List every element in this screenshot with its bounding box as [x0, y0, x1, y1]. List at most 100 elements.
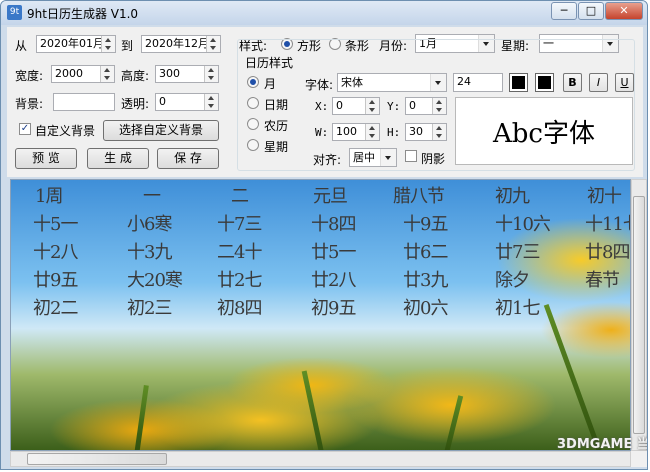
calendar-cell: 十9五 — [403, 214, 448, 235]
minimize-button[interactable]: ─ — [551, 2, 577, 20]
title-bar: 9t 9ht日历生成器 V1.0 ─ □ ✕ — [1, 1, 647, 25]
bold-button[interactable]: B — [563, 73, 582, 92]
calendar-cell: 廿3九 — [403, 270, 448, 291]
custom-background-checkbox[interactable]: ✓ — [19, 123, 31, 135]
to-date-spinner[interactable] — [206, 36, 220, 52]
w-label: W: — [315, 126, 329, 139]
save-button[interactable]: 保 存 — [157, 148, 219, 169]
generate-button[interactable]: 生 成 — [87, 148, 149, 169]
w-input[interactable]: 100 — [332, 123, 380, 141]
calendar-cell: 廿2八 — [311, 270, 356, 291]
calendar-cell: 廿6二 — [403, 242, 448, 263]
font-select[interactable]: 宋体 — [337, 73, 447, 92]
vertical-scroll-thumb[interactable] — [633, 196, 645, 434]
width-label: 宽度: — [15, 69, 44, 83]
element-month-label: 月 — [264, 77, 277, 91]
align-select[interactable]: 居中 — [349, 148, 397, 167]
calendar-cell: 春节 — [585, 270, 620, 291]
choose-background-button[interactable]: 选择自定义背景 — [103, 120, 219, 141]
font-size-input[interactable]: 24 — [453, 73, 503, 92]
background-label: 背景: — [15, 97, 44, 111]
calendar-cell: 初1七 — [495, 298, 540, 319]
element-lunar-label: 农历 — [264, 119, 289, 133]
background-color-field[interactable] — [53, 93, 115, 111]
underline-button[interactable]: U — [615, 73, 634, 92]
y-spinner[interactable] — [432, 98, 446, 114]
horizontal-scroll-thumb[interactable] — [27, 453, 167, 465]
calendar-cell: 十2八 — [33, 242, 78, 263]
element-month-radio[interactable] — [247, 76, 259, 88]
element-date-radio[interactable] — [247, 97, 259, 109]
calendar-cell: 一 — [143, 186, 161, 207]
color-swatch — [538, 76, 551, 89]
to-date-input[interactable]: 2020年12月 — [141, 35, 221, 53]
alpha-input[interactable]: 0 — [155, 93, 219, 111]
height-input[interactable]: 300 — [155, 65, 219, 83]
calendar-preview-canvas: 1周 一 二 元旦 腊八节 初九 初十 十5一 小6寒 十7三 十8四 十9五 … — [10, 179, 631, 451]
flower-stem — [134, 384, 149, 450]
calendar-cell: 初九 — [495, 186, 530, 207]
scrollbar-corner — [631, 451, 647, 467]
w-spinner[interactable] — [365, 124, 379, 140]
width-input[interactable]: 2000 — [51, 65, 115, 83]
font-select-value: 宋体 — [341, 76, 363, 89]
font-label: 字体: — [305, 78, 334, 92]
calendar-cell: 除夕 — [495, 270, 530, 291]
flower-stem — [443, 395, 464, 450]
maximize-button[interactable]: □ — [578, 2, 604, 20]
horizontal-scrollbar[interactable] — [10, 451, 631, 467]
calendar-cell: 元旦 — [313, 186, 348, 207]
color-swatch — [512, 76, 525, 89]
font-preview-text: Abc字体 — [493, 119, 595, 149]
element-lunar-radio[interactable] — [247, 118, 259, 130]
y-input[interactable]: 0 — [405, 97, 447, 115]
from-date-value: 2020年01月 — [40, 37, 104, 50]
h-input[interactable]: 30 — [405, 123, 447, 141]
height-spinner[interactable] — [204, 66, 218, 82]
from-date-input[interactable]: 2020年01月 — [36, 35, 116, 53]
italic-button[interactable]: I — [589, 73, 608, 92]
close-button[interactable]: ✕ — [605, 2, 643, 20]
calendar-cell: 十11七 — [585, 214, 630, 235]
calendar-cell: 廿7三 — [495, 242, 540, 263]
calendar-cell: 小6寒 — [127, 214, 172, 235]
alpha-spinner[interactable] — [204, 94, 218, 110]
calendar-cell: 初8四 — [217, 298, 262, 319]
shadow-color-button[interactable] — [535, 73, 554, 92]
element-week-radio[interactable] — [247, 139, 259, 151]
calendar-style-title: 日历样式 — [243, 54, 296, 71]
calendar-cell: 十7三 — [217, 214, 262, 235]
chevron-down-icon — [430, 74, 446, 91]
app-window: 9t 9ht日历生成器 V1.0 ─ □ ✕ 从 2020年01月 到 2020… — [0, 0, 648, 470]
flower-stem — [301, 370, 326, 450]
calendar-row: 十5一 小6寒 十7三 十8四 十9五 十10六 十11七 — [11, 210, 630, 235]
window-title: 9ht日历生成器 V1.0 — [27, 7, 139, 21]
shadow-checkbox[interactable] — [405, 150, 417, 162]
alpha-label: 透明: — [121, 97, 150, 111]
calendar-cell: 十5一 — [33, 214, 78, 235]
calendar-cell: 二 — [231, 186, 249, 207]
from-label: 从 — [15, 39, 28, 53]
h-spinner[interactable] — [432, 124, 446, 140]
vertical-scrollbar[interactable] — [631, 179, 647, 451]
font-color-button[interactable] — [509, 73, 528, 92]
calendar-row: 十2八 十3九 二4十 廿5一 廿6二 廿7三 廿8四 — [11, 238, 630, 263]
watermark-text: 3DMGAME 当游网 — [557, 437, 647, 452]
custom-background-label: 自定义背景 — [35, 124, 96, 138]
preview-button[interactable]: 预 览 — [15, 148, 77, 169]
from-date-spinner[interactable] — [101, 36, 115, 52]
x-value: 0 — [336, 99, 343, 112]
element-week-label: 星期 — [264, 140, 289, 154]
x-input[interactable]: 0 — [332, 97, 380, 115]
calendar-cell: 初9五 — [311, 298, 356, 319]
y-label: Y: — [387, 100, 401, 113]
x-spinner[interactable] — [365, 98, 379, 114]
align-label: 对齐: — [313, 153, 342, 167]
h-value: 30 — [409, 125, 423, 138]
width-spinner[interactable] — [100, 66, 114, 82]
h-label: H: — [387, 126, 401, 139]
calendar-cell: 大20寒 — [127, 270, 183, 291]
calendar-cell: 廿2七 — [217, 270, 262, 291]
calendar-cell: 十10六 — [495, 214, 551, 235]
alpha-value: 0 — [159, 95, 166, 108]
